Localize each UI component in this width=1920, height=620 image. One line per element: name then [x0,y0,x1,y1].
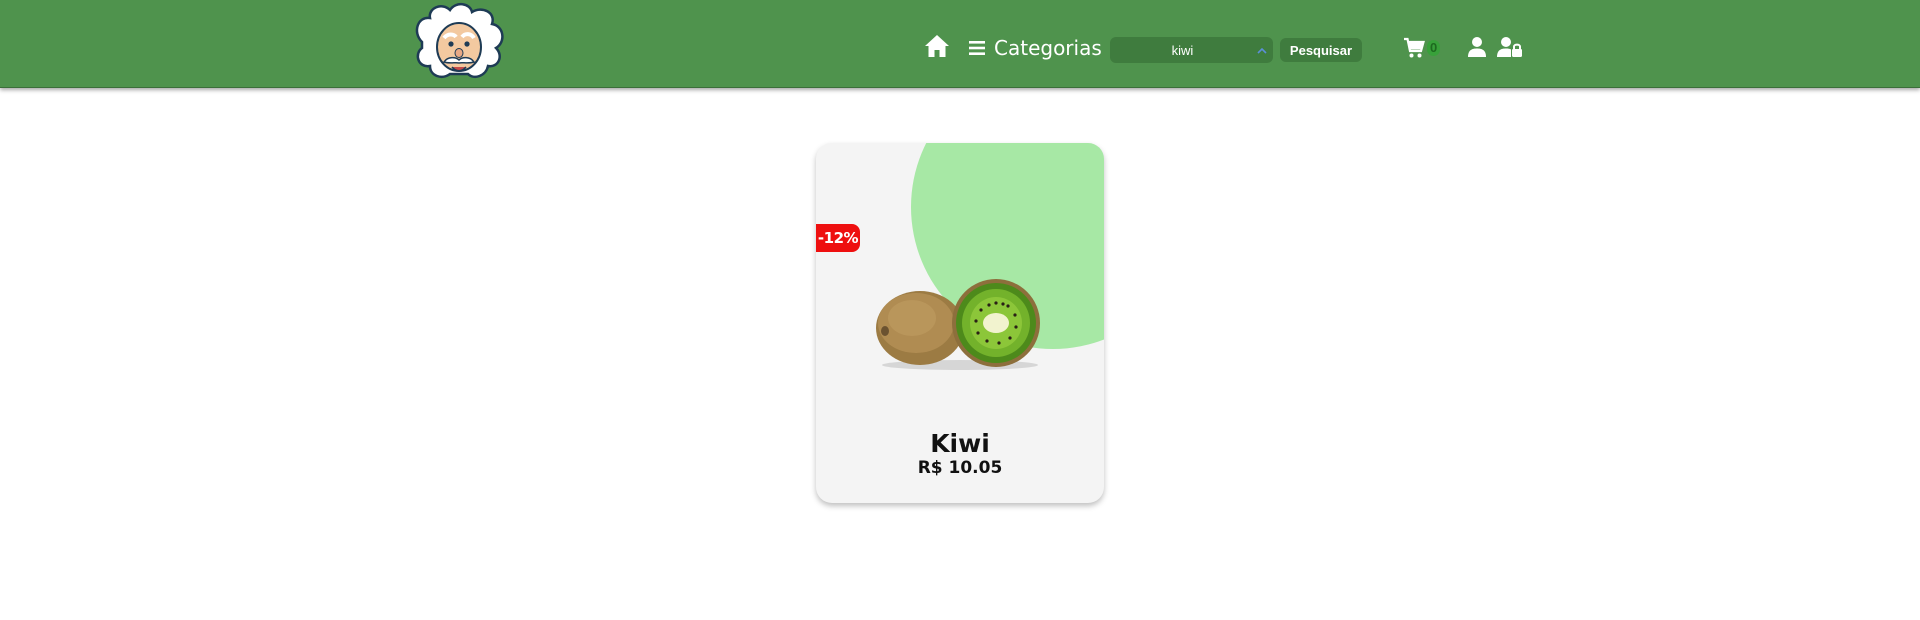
chevron-up-icon [1257,47,1267,54]
search-box [1110,37,1273,63]
cart-count-badge: 0 [1427,40,1441,56]
categories-label: Categorias [994,36,1102,60]
home-icon [925,35,949,57]
user-account-button[interactable] [1467,36,1487,58]
user-icon [1468,37,1486,57]
scientist-mascot-icon [415,3,504,78]
admin-login-button[interactable] [1497,36,1523,58]
search-input[interactable] [1110,37,1255,63]
product-name: Kiwi [930,429,990,458]
shopping-cart-icon [1404,37,1425,58]
home-button[interactable] [924,34,950,58]
cart-button[interactable]: 0 [1403,36,1441,60]
product-card[interactable]: -12% Kiwi R$ 10.05 [816,143,1104,503]
discount-badge: -12% [816,224,860,252]
categories-menu-button[interactable]: Categorias [968,36,1102,60]
kiwi-product-image [876,279,1040,370]
user-lock-icon [1497,37,1522,57]
hamburger-menu-icon [969,41,985,55]
logo[interactable] [410,2,508,86]
top-navbar: Categorias Pesquisar 0 [0,0,1920,88]
search-button[interactable]: Pesquisar [1280,38,1362,62]
product-price: R$ 10.05 [917,458,1003,478]
